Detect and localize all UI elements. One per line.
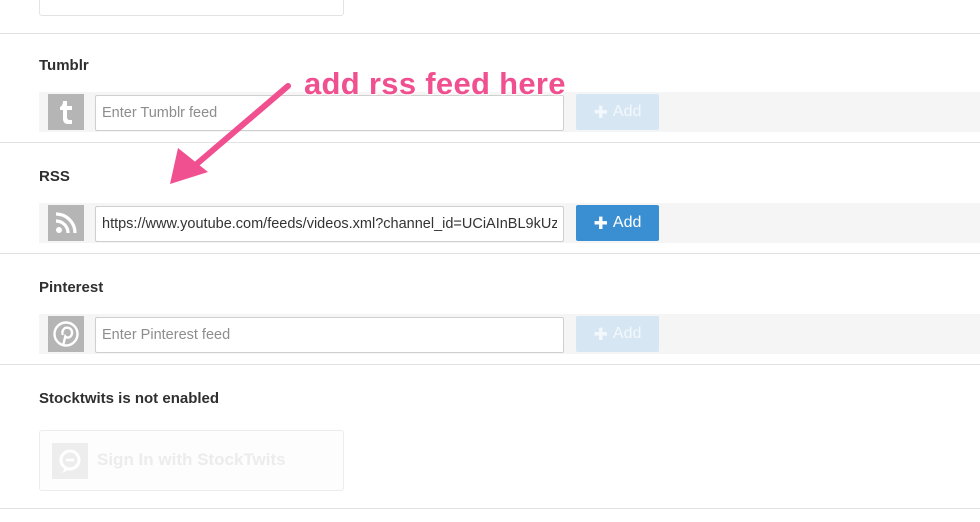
- rss-icon: [48, 205, 84, 241]
- tumblr-label: Tumblr: [39, 57, 89, 74]
- annotation-text: add rss feed here: [304, 66, 566, 101]
- rss-label: RSS: [39, 168, 70, 185]
- plus-icon: ✚: [593, 213, 608, 233]
- pinterest-add-label: Add: [612, 325, 642, 342]
- divider: [0, 253, 980, 254]
- stocktwits-icon: [52, 443, 88, 479]
- rss-add-button[interactable]: ✚ Add: [576, 205, 659, 241]
- rss-add-label: Add: [612, 214, 642, 231]
- stocktwits-signin-label: Sign In with StockTwits: [97, 450, 286, 469]
- pinterest-icon: [48, 316, 84, 352]
- tumblr-add-label: Add: [612, 103, 642, 120]
- divider: [0, 508, 980, 509]
- divider: [0, 33, 980, 34]
- stocktwits-label: Stocktwits is not enabled: [39, 390, 220, 407]
- tumblr-add-button[interactable]: ✚ Add: [576, 94, 659, 130]
- pinterest-label: Pinterest: [39, 279, 104, 296]
- stocktwits-signin-button[interactable]: Sign In with StockTwits: [39, 430, 344, 491]
- rss-feed-input[interactable]: [95, 206, 564, 242]
- divider: [0, 142, 980, 143]
- plus-icon: ✚: [593, 102, 608, 122]
- tumblr-icon: [48, 94, 84, 130]
- pinterest-feed-input[interactable]: [95, 317, 564, 353]
- previous-section-card: [39, 0, 344, 16]
- pinterest-add-button[interactable]: ✚ Add: [576, 316, 659, 352]
- divider: [0, 364, 980, 365]
- plus-icon: ✚: [593, 324, 608, 344]
